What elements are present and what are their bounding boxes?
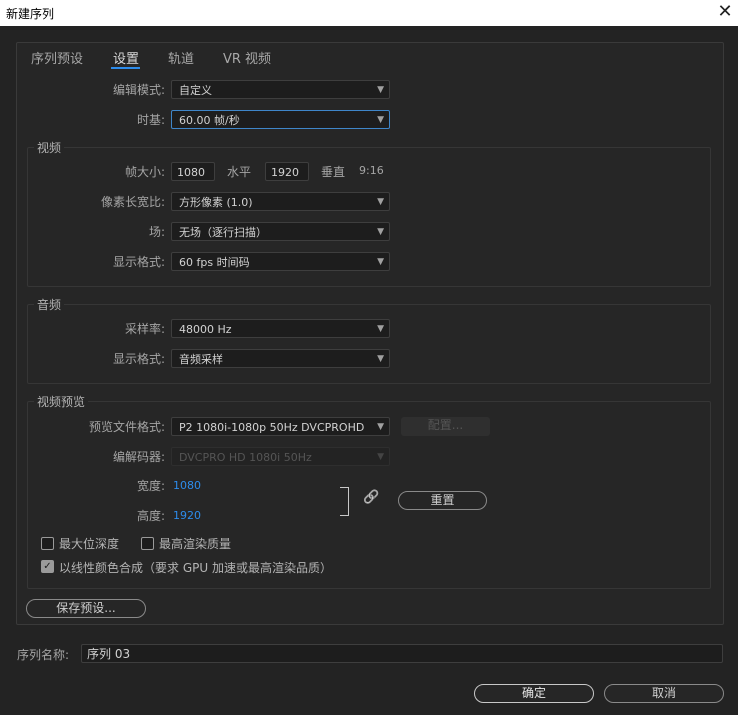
chevron-down-icon: ▼ [377,354,384,364]
video-display-format-label: 显示格式: [112,255,165,269]
chevron-down-icon: ▼ [377,115,384,125]
cancel-button[interactable]: 取消 [604,684,724,703]
frame-width-input[interactable]: 1080 [171,162,215,181]
codec-select[interactable]: DVCPRO HD 1080i 50Hz ▼ [171,447,390,466]
editing-mode-value: 自定义 [179,84,212,97]
sample-rate-label: 采样率: [124,322,165,336]
pixel-aspect-select[interactable]: 方形像素 (1.0) ▼ [171,192,390,211]
close-icon[interactable]: ✕ [712,0,738,26]
linear-color-label: 以线性颜色合成（要求 GPU 加速或最高渲染品质） [59,561,332,575]
ok-button[interactable]: 确定 [474,684,594,703]
chevron-down-icon: ▼ [377,422,384,432]
pixel-aspect-value: 方形像素 (1.0) [179,196,253,209]
tab-tracks[interactable]: 轨道 [168,48,194,67]
max-bit-depth-checkbox[interactable] [41,537,54,550]
save-preset-button[interactable]: 保存预设... [26,599,146,618]
video-preview-group-title: 视频预览 [34,393,89,410]
vertical-label: 垂直 [321,165,346,179]
aspect-ratio: 9:16 [359,164,384,177]
horizontal-label: 水平 [227,165,252,179]
audio-display-format-label: 显示格式: [112,352,165,366]
tab-sequence-presets[interactable]: 序列预设 [31,48,83,67]
audio-display-format-value: 音频采样 [179,353,223,366]
preview-width-value[interactable]: 1080 [173,479,201,492]
fields-value: 无场（逐行扫描） [179,226,267,239]
editing-mode-select[interactable]: 自定义 ▼ [171,80,390,99]
max-render-quality-label: 最高渲染质量 [159,537,232,551]
video-group-title: 视频 [34,139,65,156]
sample-rate-value: 48000 Hz [179,323,232,336]
reset-button[interactable]: 重置 [398,491,487,510]
tab-settings[interactable]: 设置 [113,48,139,67]
window-title: 新建序列 [6,7,55,21]
active-tab-indicator [111,67,140,69]
sample-rate-select[interactable]: 48000 Hz ▼ [171,319,390,338]
preview-height-value[interactable]: 1920 [173,509,201,522]
frame-size-label: 帧大小: [124,165,165,179]
configure-button[interactable]: 配置... [401,417,490,436]
preview-file-format-select[interactable]: P2 1080i-1080p 50Hz DVCPROHD ▼ [171,417,390,436]
fields-label: 场: [148,225,165,239]
preview-file-format-label: 预览文件格式: [88,420,165,434]
chevron-down-icon: ▼ [377,257,384,267]
timebase-select[interactable]: 60.00 帧/秒 ▼ [171,110,390,129]
max-bit-depth-label: 最大位深度 [59,537,120,551]
title-bar: 新建序列 ✕ [0,0,738,26]
linear-color-checkbox[interactable]: ✓ [41,560,54,573]
tab-vr-video[interactable]: VR 视频 [223,48,271,67]
chevron-down-icon: ▼ [377,452,384,462]
codec-label: 编解码器: [112,450,165,464]
chevron-down-icon: ▼ [377,227,384,237]
preview-height-label: 高度: [136,509,165,523]
audio-group-title: 音频 [34,296,65,313]
fields-select[interactable]: 无场（逐行扫描） ▼ [171,222,390,241]
preview-file-format-value: P2 1080i-1080p 50Hz DVCPROHD [179,421,365,434]
audio-group [27,304,711,384]
frame-height-input[interactable]: 1920 [265,162,309,181]
timebase-label: 时基: [136,113,165,127]
timebase-value: 60.00 帧/秒 [179,114,240,127]
video-display-format-value: 60 fps 时间码 [179,256,250,269]
chevron-down-icon: ▼ [377,197,384,207]
link-bracket [340,487,349,516]
sequence-name-input[interactable]: 序列 03 [81,644,723,663]
sequence-name-label: 序列名称: [17,648,70,662]
pixel-aspect-label: 像素长宽比: [100,195,165,209]
video-display-format-select[interactable]: 60 fps 时间码 ▼ [171,252,390,271]
audio-display-format-select[interactable]: 音频采样 ▼ [171,349,390,368]
link-icon[interactable]: 🔗 [363,490,379,505]
preview-width-label: 宽度: [136,479,165,493]
editing-mode-label: 编辑模式: [112,83,165,97]
max-render-quality-checkbox[interactable] [141,537,154,550]
chevron-down-icon: ▼ [377,85,384,95]
chevron-down-icon: ▼ [377,324,384,334]
codec-value: DVCPRO HD 1080i 50Hz [179,451,312,464]
